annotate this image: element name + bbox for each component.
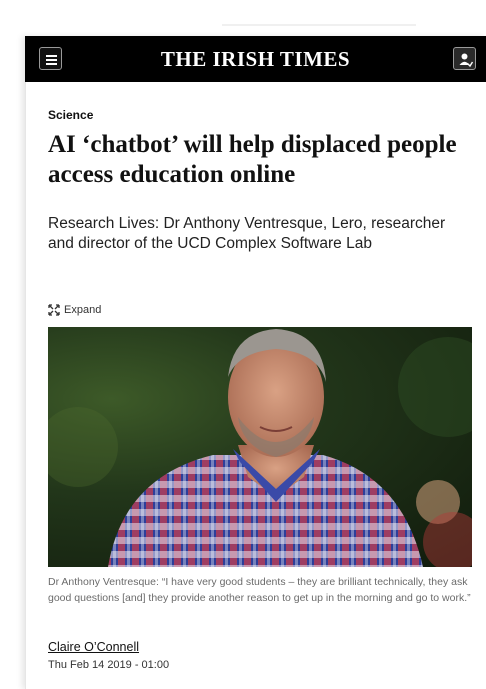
- article-standfirst: Research Lives: Dr Anthony Ventresque, L…: [48, 215, 446, 252]
- author-link[interactable]: Claire O’Connell: [48, 640, 139, 654]
- site-logo[interactable]: THE IRISH TIMES: [25, 47, 486, 72]
- section-label[interactable]: Science: [48, 108, 93, 122]
- expand-button[interactable]: Expand: [48, 304, 101, 316]
- top-divider: [222, 24, 416, 26]
- expand-arrows-icon: [48, 304, 60, 316]
- user-account-icon: [459, 53, 474, 68]
- publish-date: Thu Feb 14 2019 - 01:00: [48, 659, 170, 671]
- expand-label: Expand: [64, 304, 102, 316]
- account-button[interactable]: [453, 47, 476, 70]
- article-headline: AI ‘chatbot’ will help displaced people …: [48, 131, 457, 188]
- browser-top-strip: [0, 0, 486, 36]
- portrait-image: [48, 329, 472, 567]
- article-photo[interactable]: [48, 327, 472, 567]
- photo-caption: Dr Anthony Ventresque: “I have very good…: [48, 576, 471, 604]
- masthead: THE IRISH TIMES: [25, 36, 486, 82]
